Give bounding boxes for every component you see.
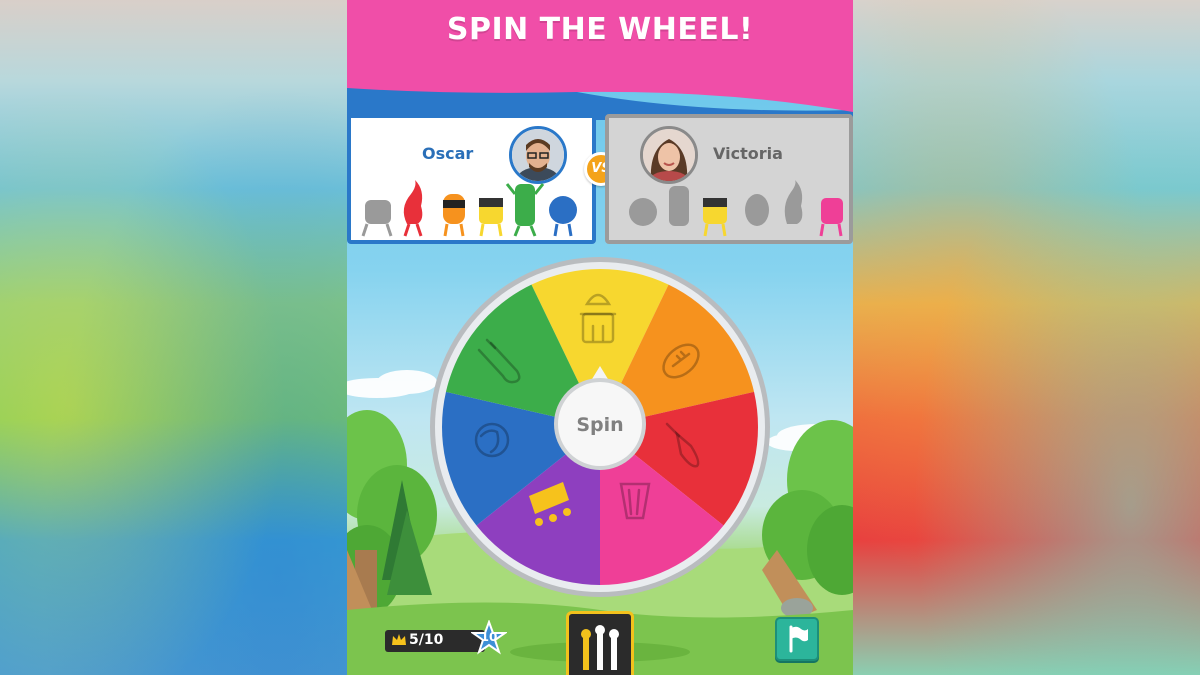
flag-icon (789, 625, 808, 653)
player-name: Victoria (713, 144, 783, 163)
player-card-victoria[interactable]: Victoria (605, 114, 853, 244)
crown-icon (392, 634, 406, 645)
player-card-oscar[interactable]: Oscar (347, 114, 596, 244)
avatar (509, 126, 567, 184)
star-level: 10 (480, 630, 498, 644)
player-name: Oscar (422, 144, 474, 163)
background-blur-right (853, 0, 1200, 675)
banner-title: SPIN THE WHEEL! (446, 12, 754, 47)
crown-progress: 5/10 (409, 632, 444, 648)
resign-flag-button[interactable] (775, 617, 819, 661)
background-blur-left (0, 0, 347, 675)
avatar (640, 126, 698, 184)
crown-pieces-icon (581, 625, 619, 670)
crown-button[interactable] (566, 611, 634, 675)
character-collection (629, 180, 843, 237)
game-screen: SPIN THE WHEEL! Oscar VS Victoria Spin 5… (347, 0, 853, 675)
character-collection (361, 180, 577, 237)
spin-button-label[interactable]: Spin (576, 414, 623, 436)
spin-wheel[interactable]: Spin (429, 256, 771, 598)
